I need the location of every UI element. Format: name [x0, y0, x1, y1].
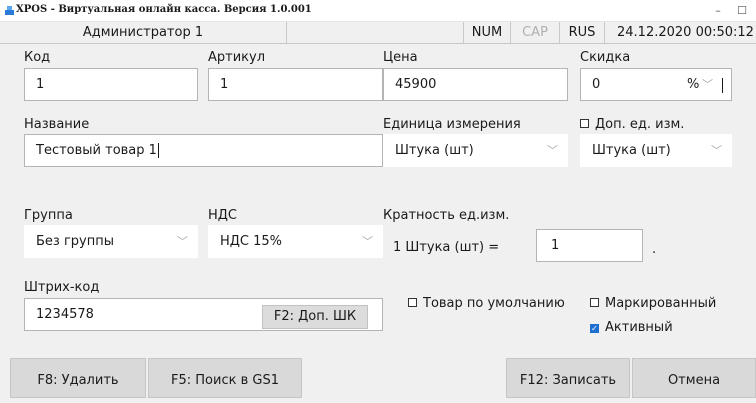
- name-field[interactable]: Тестовый товар 1: [24, 134, 383, 167]
- save-button[interactable]: F12: Записать: [506, 358, 630, 398]
- title-bar: XPOS - Виртуальная онлайн касса. Версия …: [0, 0, 756, 22]
- extra-barcode-button[interactable]: F2: Доп. ШК: [262, 305, 368, 329]
- discount-unit: %: [687, 77, 700, 92]
- name-label: Название: [24, 117, 90, 132]
- default-product-checkbox[interactable]: [408, 298, 417, 307]
- date-time: 24.12.2020 00:50:12: [617, 25, 754, 40]
- vat-value: НДС 15%: [220, 234, 283, 249]
- extra-unit-select[interactable]: Штука (шт) ﹀: [580, 134, 732, 167]
- chevron-down-icon: ﹀: [177, 235, 188, 248]
- multiplicity-label: Кратность ед.изм.: [383, 208, 510, 223]
- code-label: Код: [24, 50, 51, 65]
- chevron-down-icon: ﹀: [547, 144, 558, 157]
- name-value: Тестовый товар 1: [36, 143, 157, 158]
- active-checkbox-row[interactable]: ✓ Активный: [590, 320, 673, 335]
- vat-label: НДС: [208, 208, 238, 223]
- article-field[interactable]: 1: [208, 68, 383, 101]
- group-value: Без группы: [36, 234, 114, 249]
- chevron-down-icon: ﹀: [362, 235, 373, 248]
- num-lock-indicator: NUM: [464, 22, 511, 44]
- delete-button[interactable]: F8: Удалить: [10, 358, 146, 398]
- current-user: Администратор 1: [0, 22, 287, 44]
- status-bar: Администратор 1 NUM CAP RUS 24.12.2020 0…: [0, 22, 756, 44]
- app-icon: [5, 6, 14, 15]
- text-cursor: [722, 78, 723, 93]
- price-field[interactable]: 45900: [383, 68, 568, 101]
- extra-unit-checkbox[interactable]: [580, 119, 589, 128]
- multiplicity-prefix: 1 Штука (шт) =: [393, 240, 500, 255]
- marked-label: Маркированный: [605, 296, 717, 311]
- discount-label: Скидка: [580, 50, 631, 65]
- group-label: Группа: [24, 208, 73, 223]
- default-product-checkbox-row[interactable]: Товар по умолчанию: [408, 296, 565, 311]
- code-field[interactable]: 1: [24, 68, 198, 101]
- search-gs1-button[interactable]: F5: Поиск в GS1: [148, 358, 302, 398]
- price-label: Цена: [383, 50, 418, 65]
- chevron-down-icon: ﹀: [711, 144, 722, 157]
- multiplicity-field[interactable]: 1: [536, 229, 643, 262]
- vat-select[interactable]: НДС 15% ﹀: [208, 225, 383, 258]
- cancel-button[interactable]: Отмена: [632, 358, 756, 398]
- discount-field[interactable]: 0 % ﹀: [580, 68, 732, 101]
- language-indicator: RUS: [560, 22, 605, 44]
- marked-checkbox[interactable]: [590, 298, 599, 307]
- unit-select[interactable]: Штука (шт) ﹀: [383, 134, 568, 167]
- minimize-icon[interactable]: –: [706, 2, 730, 20]
- unit-label: Единица измерения: [383, 117, 521, 132]
- active-checkbox[interactable]: ✓: [590, 324, 599, 333]
- unit-value: Штука (шт): [395, 143, 474, 158]
- group-select[interactable]: Без группы ﹀: [24, 225, 198, 258]
- marked-checkbox-row[interactable]: Маркированный: [590, 296, 716, 311]
- extra-unit-label: Доп. ед. изм.: [595, 117, 685, 132]
- text-cursor: [157, 143, 159, 158]
- default-product-label: Товар по умолчанию: [423, 296, 565, 311]
- status-spacer: [287, 22, 464, 44]
- extra-unit-value: Штука (шт): [592, 143, 671, 158]
- close-icon[interactable]: ×: [750, 2, 756, 20]
- active-label: Активный: [605, 320, 673, 335]
- chevron-down-icon[interactable]: ﹀: [702, 69, 713, 100]
- window-title: XPOS - Виртуальная онлайн касса. Версия …: [16, 4, 312, 15]
- article-label: Артикул: [208, 50, 266, 65]
- extra-unit-checkbox-row[interactable]: Доп. ед. изм.: [580, 117, 684, 132]
- discount-value: 0: [592, 77, 601, 92]
- multiplicity-suffix: .: [652, 242, 657, 257]
- caps-lock-indicator: CAP: [511, 22, 560, 44]
- barcode-label: Штрих-код: [24, 280, 100, 295]
- barcode-value: 1234578: [36, 307, 94, 322]
